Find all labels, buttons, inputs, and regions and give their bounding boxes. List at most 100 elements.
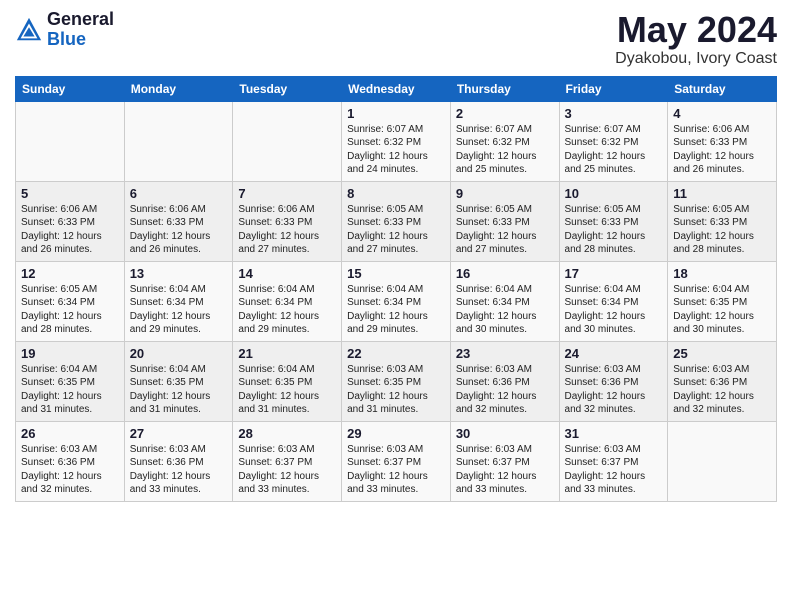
day-info: Sunrise: 6:05 AM Sunset: 6:33 PM Dayligh… bbox=[565, 203, 663, 257]
day-number: 18 bbox=[673, 266, 771, 281]
day-cell-31: 31Sunrise: 6:03 AM Sunset: 6:37 PM Dayli… bbox=[559, 421, 668, 501]
day-cell-6: 6 Sunrise: 6:06 AM Sunset: 6:33 PM Daylig… bbox=[124, 181, 233, 261]
day-number: 23 bbox=[456, 346, 554, 361]
day-info: Sunrise: 6:07 AM Sunset: 6:32 PM Dayligh… bbox=[565, 123, 663, 177]
day-info: Sunrise: 6:07 AM Sunset: 6:32 PM Dayligh… bbox=[456, 123, 554, 177]
day-cell-23: 23 Sunrise: 6:03 AM Sunset: 6:36 PM Dayli… bbox=[450, 341, 559, 421]
day-info: Sunrise: 6:03 AM Sunset: 6:37 PM Dayligh… bbox=[456, 443, 554, 497]
day-number: 28 bbox=[238, 426, 336, 441]
day-cell-7: 7Sunrise: 6:06 AM Sunset: 6:33 PM Daylig… bbox=[233, 181, 342, 261]
day-cell-13: 13 Sunrise: 6:04 AM Sunset: 6:34 PM Dayli… bbox=[124, 261, 233, 341]
logo: General Blue bbox=[15, 10, 114, 50]
location: Dyakobou, Ivory Coast bbox=[615, 50, 777, 68]
empty-cell bbox=[16, 101, 125, 181]
day-number: 13 bbox=[130, 266, 228, 281]
week-row-2: 5 Sunrise: 6:06 AM Sunset: 6:33 PM Daylig… bbox=[16, 181, 777, 261]
day-cell-9: 9 Sunrise: 6:05 AM Sunset: 6:33 PM Daylig… bbox=[450, 181, 559, 261]
day-cell-18: 18 Sunrise: 6:04 AM Sunset: 6:35 PM Dayli… bbox=[668, 261, 777, 341]
day-cell-4: 4 Sunrise: 6:06 AM Sunset: 6:33 PM Daylig… bbox=[668, 101, 777, 181]
day-number: 30 bbox=[456, 426, 554, 441]
day-number: 6 bbox=[130, 186, 228, 201]
day-cell-19: 19Sunrise: 6:04 AM Sunset: 6:35 PM Dayli… bbox=[16, 341, 125, 421]
week-row-4: 19Sunrise: 6:04 AM Sunset: 6:35 PM Dayli… bbox=[16, 341, 777, 421]
day-info: Sunrise: 6:04 AM Sunset: 6:35 PM Dayligh… bbox=[673, 283, 771, 337]
day-info: Sunrise: 6:03 AM Sunset: 6:36 PM Dayligh… bbox=[130, 443, 228, 497]
day-info: Sunrise: 6:03 AM Sunset: 6:36 PM Dayligh… bbox=[456, 363, 554, 417]
day-cell-8: 8Sunrise: 6:05 AM Sunset: 6:33 PM Daylig… bbox=[342, 181, 451, 261]
day-cell-27: 27Sunrise: 6:03 AM Sunset: 6:36 PM Dayli… bbox=[124, 421, 233, 501]
empty-cell bbox=[668, 421, 777, 501]
day-cell-25: 25Sunrise: 6:03 AM Sunset: 6:36 PM Dayli… bbox=[668, 341, 777, 421]
month-year: May 2024 bbox=[615, 10, 777, 50]
day-info: Sunrise: 6:05 AM Sunset: 6:34 PM Dayligh… bbox=[21, 283, 119, 337]
day-info: Sunrise: 6:04 AM Sunset: 6:34 PM Dayligh… bbox=[130, 283, 228, 337]
day-number: 9 bbox=[456, 186, 554, 201]
empty-cell bbox=[124, 101, 233, 181]
day-info: Sunrise: 6:03 AM Sunset: 6:36 PM Dayligh… bbox=[565, 363, 663, 417]
day-info: Sunrise: 6:06 AM Sunset: 6:33 PM Dayligh… bbox=[673, 123, 771, 177]
day-cell-5: 5 Sunrise: 6:06 AM Sunset: 6:33 PM Daylig… bbox=[16, 181, 125, 261]
day-info: Sunrise: 6:03 AM Sunset: 6:36 PM Dayligh… bbox=[21, 443, 119, 497]
day-info: Sunrise: 6:03 AM Sunset: 6:37 PM Dayligh… bbox=[238, 443, 336, 497]
logo-blue: Blue bbox=[47, 30, 114, 50]
day-cell-17: 17 Sunrise: 6:04 AM Sunset: 6:34 PM Dayli… bbox=[559, 261, 668, 341]
week-row-3: 12 Sunrise: 6:05 AM Sunset: 6:34 PM Dayli… bbox=[16, 261, 777, 341]
weekday-header-sunday: Sunday bbox=[16, 76, 125, 101]
title-section: May 2024 Dyakobou, Ivory Coast bbox=[615, 10, 777, 68]
day-info: Sunrise: 6:04 AM Sunset: 6:34 PM Dayligh… bbox=[347, 283, 445, 337]
day-cell-16: 16Sunrise: 6:04 AM Sunset: 6:34 PM Dayli… bbox=[450, 261, 559, 341]
day-info: Sunrise: 6:03 AM Sunset: 6:37 PM Dayligh… bbox=[565, 443, 663, 497]
day-cell-21: 21Sunrise: 6:04 AM Sunset: 6:35 PM Dayli… bbox=[233, 341, 342, 421]
day-info: Sunrise: 6:04 AM Sunset: 6:34 PM Dayligh… bbox=[456, 283, 554, 337]
weekday-header-monday: Monday bbox=[124, 76, 233, 101]
day-number: 24 bbox=[565, 346, 663, 361]
day-number: 17 bbox=[565, 266, 663, 281]
day-number: 10 bbox=[565, 186, 663, 201]
day-number: 14 bbox=[238, 266, 336, 281]
day-number: 8 bbox=[347, 186, 445, 201]
day-info: Sunrise: 6:06 AM Sunset: 6:33 PM Dayligh… bbox=[130, 203, 228, 257]
day-info: Sunrise: 6:03 AM Sunset: 6:36 PM Dayligh… bbox=[673, 363, 771, 417]
logo-text: General Blue bbox=[47, 10, 114, 50]
day-info: Sunrise: 6:05 AM Sunset: 6:33 PM Dayligh… bbox=[673, 203, 771, 257]
day-cell-22: 22 Sunrise: 6:03 AM Sunset: 6:35 PM Dayli… bbox=[342, 341, 451, 421]
week-row-5: 26 Sunrise: 6:03 AM Sunset: 6:36 PM Dayli… bbox=[16, 421, 777, 501]
day-info: Sunrise: 6:07 AM Sunset: 6:32 PM Dayligh… bbox=[347, 123, 445, 177]
weekday-header-row: SundayMondayTuesdayWednesdayThursdayFrid… bbox=[16, 76, 777, 101]
empty-cell bbox=[233, 101, 342, 181]
day-number: 1 bbox=[347, 106, 445, 121]
day-number: 11 bbox=[673, 186, 771, 201]
day-cell-26: 26 Sunrise: 6:03 AM Sunset: 6:36 PM Dayli… bbox=[16, 421, 125, 501]
day-info: Sunrise: 6:06 AM Sunset: 6:33 PM Dayligh… bbox=[21, 203, 119, 257]
day-cell-15: 15 Sunrise: 6:04 AM Sunset: 6:34 PM Dayli… bbox=[342, 261, 451, 341]
day-number: 29 bbox=[347, 426, 445, 441]
day-info: Sunrise: 6:04 AM Sunset: 6:35 PM Dayligh… bbox=[21, 363, 119, 417]
day-number: 20 bbox=[130, 346, 228, 361]
day-cell-14: 14 Sunrise: 6:04 AM Sunset: 6:34 PM Dayli… bbox=[233, 261, 342, 341]
day-number: 15 bbox=[347, 266, 445, 281]
day-info: Sunrise: 6:03 AM Sunset: 6:37 PM Dayligh… bbox=[347, 443, 445, 497]
weekday-header-saturday: Saturday bbox=[668, 76, 777, 101]
day-cell-12: 12 Sunrise: 6:05 AM Sunset: 6:34 PM Dayli… bbox=[16, 261, 125, 341]
day-cell-30: 30 Sunrise: 6:03 AM Sunset: 6:37 PM Dayli… bbox=[450, 421, 559, 501]
day-number: 4 bbox=[673, 106, 771, 121]
day-cell-1: 1 Sunrise: 6:07 AM Sunset: 6:32 PM Daylig… bbox=[342, 101, 451, 181]
day-info: Sunrise: 6:04 AM Sunset: 6:34 PM Dayligh… bbox=[238, 283, 336, 337]
calendar-header: SundayMondayTuesdayWednesdayThursdayFrid… bbox=[16, 76, 777, 101]
day-cell-2: 2Sunrise: 6:07 AM Sunset: 6:32 PM Daylig… bbox=[450, 101, 559, 181]
day-number: 5 bbox=[21, 186, 119, 201]
day-number: 26 bbox=[21, 426, 119, 441]
day-info: Sunrise: 6:04 AM Sunset: 6:34 PM Dayligh… bbox=[565, 283, 663, 337]
day-info: Sunrise: 6:03 AM Sunset: 6:35 PM Dayligh… bbox=[347, 363, 445, 417]
day-number: 22 bbox=[347, 346, 445, 361]
page: General Blue May 2024 Dyakobou, Ivory Co… bbox=[0, 0, 792, 517]
day-cell-20: 20Sunrise: 6:04 AM Sunset: 6:35 PM Dayli… bbox=[124, 341, 233, 421]
day-number: 21 bbox=[238, 346, 336, 361]
weekday-header-wednesday: Wednesday bbox=[342, 76, 451, 101]
day-number: 7 bbox=[238, 186, 336, 201]
day-info: Sunrise: 6:05 AM Sunset: 6:33 PM Dayligh… bbox=[456, 203, 554, 257]
day-cell-29: 29 Sunrise: 6:03 AM Sunset: 6:37 PM Dayli… bbox=[342, 421, 451, 501]
day-number: 12 bbox=[21, 266, 119, 281]
day-cell-24: 24 Sunrise: 6:03 AM Sunset: 6:36 PM Dayli… bbox=[559, 341, 668, 421]
header: General Blue May 2024 Dyakobou, Ivory Co… bbox=[15, 10, 777, 68]
